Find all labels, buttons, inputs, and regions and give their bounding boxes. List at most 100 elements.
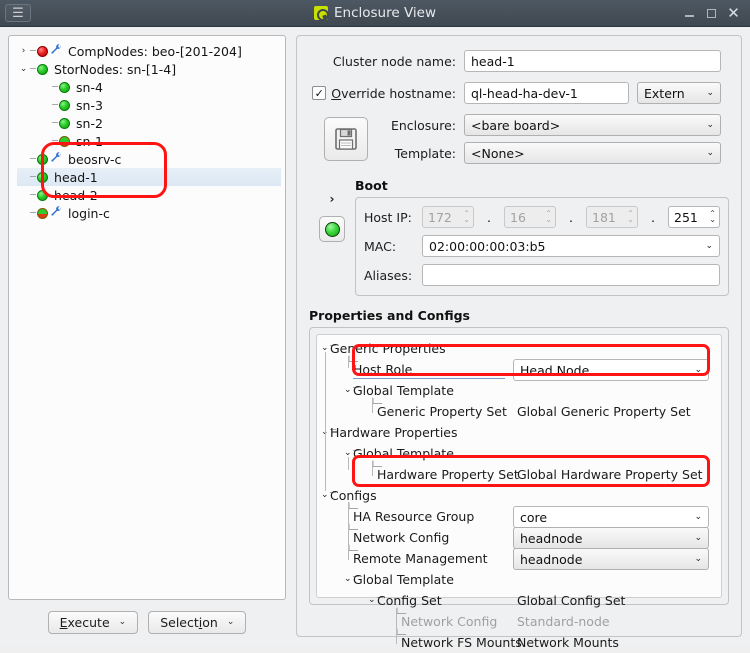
property-row[interactable]: ⌄ ─ Global Template xyxy=(317,380,721,401)
property-row[interactable]: └─ HA Resource Group core ⌄ xyxy=(317,504,721,528)
selection-button[interactable]: Selection ⌄ xyxy=(148,610,247,634)
tree-item-label: beosrv-c xyxy=(68,151,122,167)
tree-item-label: sn-1 xyxy=(76,133,103,149)
save-button-wrap xyxy=(309,117,383,161)
close-icon[interactable]: ✕ xyxy=(726,4,741,22)
execute-button[interactable]: Execute ⌄ xyxy=(47,610,139,634)
property-name: Network Config xyxy=(353,530,450,545)
property-row[interactable]: └─ Network Config headnode ⌄ xyxy=(317,525,721,549)
mac-select[interactable]: 02:00:00:00:03:b5 ⌄ xyxy=(422,235,720,257)
boot-status-led-button[interactable] xyxy=(319,216,345,242)
tree-item-stornodes[interactable]: ⌄ ─ StorNodes: sn-[1-4] xyxy=(17,60,281,78)
host-ip-label: Host IP: xyxy=(364,209,412,225)
tree-item-compnodes[interactable]: › ─ CompNodes: beo-[201-204] xyxy=(17,42,281,60)
properties-section-title: Properties and Configs xyxy=(309,308,470,323)
tree-item-label: sn-4 xyxy=(76,79,103,95)
boot-expand-arrow[interactable]: › xyxy=(330,192,335,206)
property-value: Global Hardware Property Set xyxy=(517,467,703,482)
chevron-down-icon[interactable]: ⌄ xyxy=(344,385,352,395)
minimize-icon[interactable] xyxy=(682,6,697,21)
override-hostname-scope-select[interactable]: Extern ⌄ xyxy=(637,82,721,104)
override-hostname-input[interactable]: ql-head-ha-dev-1 xyxy=(464,82,629,104)
override-hostname-checkbox[interactable]: ✓ xyxy=(312,86,327,100)
enclosure-select[interactable]: <bare board> ⌄ xyxy=(464,114,721,136)
chevron-down-icon: ⌄ xyxy=(118,617,127,627)
property-row[interactable]: ⌄ ─ Config Set Global Config Set xyxy=(317,590,721,611)
property-row[interactable]: ⌄ ─ Global Template xyxy=(317,443,721,464)
chevron-down-icon: ⌄ xyxy=(694,365,702,375)
property-row[interactable]: └─ Network Config Standard-node xyxy=(317,609,721,632)
template-row: Template: <None> ⌄ xyxy=(383,142,729,164)
property-value: Global Generic Property Set xyxy=(517,404,691,419)
property-name: Hardware Properties xyxy=(330,425,458,440)
chevron-down-icon[interactable]: ⌄ xyxy=(368,595,376,605)
tree-connector-line xyxy=(372,398,373,413)
property-row[interactable]: ⌄ ─ Generic Properties xyxy=(317,338,721,359)
chevron-right-icon[interactable]: › xyxy=(17,46,30,56)
chevron-down-icon: ⌄ xyxy=(226,617,235,627)
chevron-down-icon[interactable]: ⌄ xyxy=(344,574,352,584)
override-hostname-label-group: ✓ Override hostname: xyxy=(309,86,464,101)
tree-spacer: · xyxy=(17,154,30,164)
property-row[interactable]: ⌄ ─ Global Template xyxy=(317,569,721,590)
qt-logo-icon xyxy=(314,6,329,21)
property-value-select[interactable]: headnode ⌄ xyxy=(513,548,709,570)
property-value-select[interactable]: Head Node ⌄ xyxy=(513,359,709,381)
tree-spacer: · xyxy=(17,208,30,218)
tree-item-head-2[interactable]: ·─ head-2 xyxy=(17,186,281,204)
property-value-select[interactable]: headnode ⌄ xyxy=(513,527,709,549)
aliases-input[interactable] xyxy=(422,264,720,286)
maximize-icon[interactable] xyxy=(704,6,719,21)
enclosure-view-window: ☰ Enclosure View ✕ › ─ CompNodes: beo-[201… xyxy=(0,0,750,650)
override-hostname-row: ✓ Override hostname: ql-head-ha-dev-1 Ex… xyxy=(309,82,729,104)
host-role-edit-underline xyxy=(353,378,505,379)
details-panel: Cluster node name: head-1 ✓ Override hos… xyxy=(296,35,742,650)
aliases-label: Aliases: xyxy=(364,267,413,283)
tree-item-label: login-c xyxy=(68,205,110,221)
property-value: Head Node xyxy=(520,362,590,378)
mac-row: MAC: 02:00:00:00:03:b5 ⌄ xyxy=(364,235,720,257)
property-row[interactable]: └─ Host Role Head Node ⌄ xyxy=(317,357,721,381)
override-hostname-scope-value: Extern xyxy=(644,85,685,101)
chevron-down-icon[interactable]: ⌄ xyxy=(17,64,30,74)
template-value: <None> xyxy=(471,145,525,161)
status-led-green-icon xyxy=(37,189,49,201)
host-ip-row: Host IP: 172 ⌃ ⌄. 16 ⌃ ⌄. 181 ⌃ ⌄. 251 ⌃ ⌄ xyxy=(364,206,720,228)
property-row[interactable]: └─ Generic Property Set Global Generic Pro… xyxy=(317,399,721,422)
tree-spacer: · xyxy=(17,190,30,200)
property-value: headnode xyxy=(520,530,583,546)
template-select[interactable]: <None> ⌄ xyxy=(464,142,721,164)
tree-item-head-1[interactable]: ·─ head-1 xyxy=(17,168,281,186)
property-row[interactable]: ⌄ ─ Configs xyxy=(317,485,721,506)
tree-item-login-c[interactable]: ·─ login-c xyxy=(17,204,281,222)
status-led-green-icon xyxy=(59,117,71,129)
cluster-node-name-input[interactable]: head-1 xyxy=(464,50,721,72)
enclosure-value: <bare board> xyxy=(471,117,561,133)
tree-item-sn-2[interactable]: ·─ sn-2 xyxy=(17,114,281,132)
hamburger-menu-icon[interactable]: ☰ xyxy=(5,4,31,22)
tree-item-sn-3[interactable]: ·─ sn-3 xyxy=(17,96,281,114)
property-name: Hardware Property Set xyxy=(377,467,519,482)
stepper-arrows-icon[interactable]: ⌃ ⌄ xyxy=(709,210,716,224)
tree-item-sn-1[interactable]: ·─ sn-1 xyxy=(17,132,281,150)
property-row[interactable]: └─ Hardware Property Set Global Hardware P… xyxy=(317,462,721,485)
property-row[interactable]: └─ Remote Management headnode ⌄ xyxy=(317,546,721,570)
chevron-down-icon[interactable]: ⌄ xyxy=(321,490,329,500)
host-ip-octet-4-value: 251 xyxy=(674,209,698,225)
chevron-down-icon: ⌄ xyxy=(706,88,714,98)
host-ip-octet-4-stepper[interactable]: 251 ⌃ ⌄ xyxy=(668,206,720,228)
tree-item-sn-4[interactable]: ·─ sn-4 xyxy=(17,78,281,96)
tree-item-beosrv-c[interactable]: ·─ beosrv-c xyxy=(17,150,281,168)
mac-label: MAC: xyxy=(364,238,397,254)
chevron-down-icon: ⌄ xyxy=(706,148,714,158)
ip-separator: . xyxy=(487,209,491,225)
save-button[interactable] xyxy=(324,117,368,161)
properties-tree[interactable]: ⌄ ─ Generic Properties └─ Host Role Head Node… xyxy=(316,334,722,650)
node-tree-panel[interactable]: › ─ CompNodes: beo-[201-204] ⌄ ─ StorNodes: s… xyxy=(8,35,286,600)
property-row[interactable]: └─ Network FS Mounts Network Mounts xyxy=(317,630,721,653)
tree-connector-line xyxy=(348,457,349,470)
cluster-node-name-row: Cluster node name: head-1 xyxy=(309,50,729,72)
property-row[interactable]: ⌄─Hardware Properties xyxy=(317,422,721,443)
property-value-select[interactable]: core ⌄ xyxy=(513,506,709,528)
tree-branch-line: ─ xyxy=(30,171,37,183)
